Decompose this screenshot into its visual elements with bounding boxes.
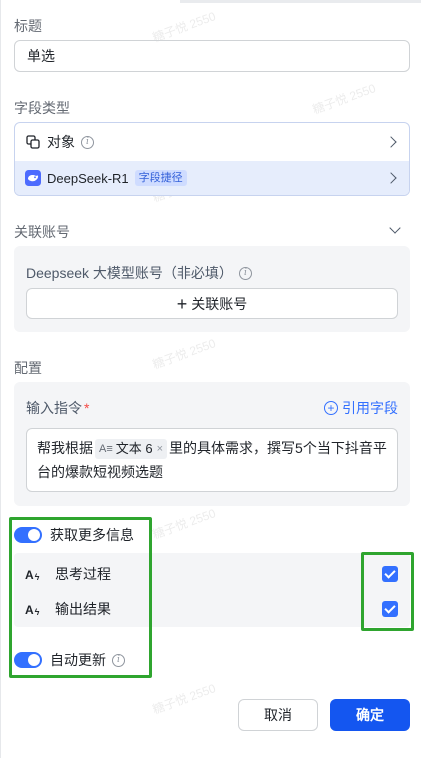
text-field-icon: A≡ — [99, 443, 113, 456]
watermark: 糖子悦 2550 — [310, 81, 378, 117]
title-input[interactable]: 单选 — [14, 40, 410, 72]
close-icon[interactable]: × — [157, 437, 163, 461]
deepseek-logo-icon — [25, 170, 41, 186]
plus-icon: + — [176, 293, 188, 314]
reference-field-button[interactable]: + 引用字段 — [324, 398, 398, 418]
confirm-button[interactable]: 确定 — [330, 699, 410, 731]
chevron-right-icon — [385, 136, 397, 148]
prompt-label: 输入指令 * — [26, 400, 90, 416]
linked-account-card: Deepseek 大模型账号（非必填） i + 关联账号 — [14, 246, 410, 332]
watermark: 糖子悦 2550 — [150, 336, 218, 372]
account-title: Deepseek 大模型账号（非必填） i — [26, 263, 252, 283]
link-account-button[interactable]: + 关联账号 — [26, 288, 398, 319]
object-icon — [25, 134, 41, 150]
field-type-label: 字段类型 — [14, 100, 70, 116]
watermark: 糖子悦 2550 — [150, 681, 218, 717]
field-type-name: 对象 — [47, 134, 75, 150]
cancel-button[interactable]: 取消 — [238, 699, 318, 731]
config-label: 配置 — [14, 360, 42, 376]
watermark: 糖子悦 2550 — [150, 506, 218, 542]
model-row[interactable]: DeepSeek-R1 字段捷径 — [15, 161, 409, 195]
linked-account-label: 关联账号 — [14, 224, 70, 240]
highlight-box-left — [9, 517, 152, 678]
field-config-panel: 糖子悦 2550 糖子悦 2550 糖子悦 2550 糖子悦 2550 糖子悦 … — [0, 0, 421, 758]
config-card: 输入指令 * + 引用字段 帮我根据 A≡ 文本 6 × 里的具体需求，撰写5个当下抖音… — [14, 382, 410, 506]
field-reference-chip[interactable]: A≡ 文本 6 × — [95, 437, 168, 461]
info-icon: i — [81, 135, 94, 149]
info-icon: i — [238, 266, 252, 280]
highlight-box-right — [361, 552, 414, 631]
prompt-input[interactable]: 帮我根据 A≡ 文本 6 × 里的具体需求，撰写5个当下抖音平台的爆款短视频选题 — [26, 428, 398, 492]
model-tag: 字段捷径 — [134, 170, 187, 186]
model-name: DeepSeek-R1 — [47, 170, 129, 186]
field-type-row[interactable]: 对象 i — [15, 123, 409, 161]
required-mark: * — [84, 400, 90, 416]
plus-circle-icon: + — [324, 401, 338, 415]
chevron-right-icon — [385, 172, 397, 184]
chevron-down-icon[interactable] — [389, 222, 401, 234]
field-type-selector: 对象 i DeepSeek-R1 字段捷径 — [14, 122, 410, 196]
title-section-label: 标题 — [14, 18, 42, 34]
